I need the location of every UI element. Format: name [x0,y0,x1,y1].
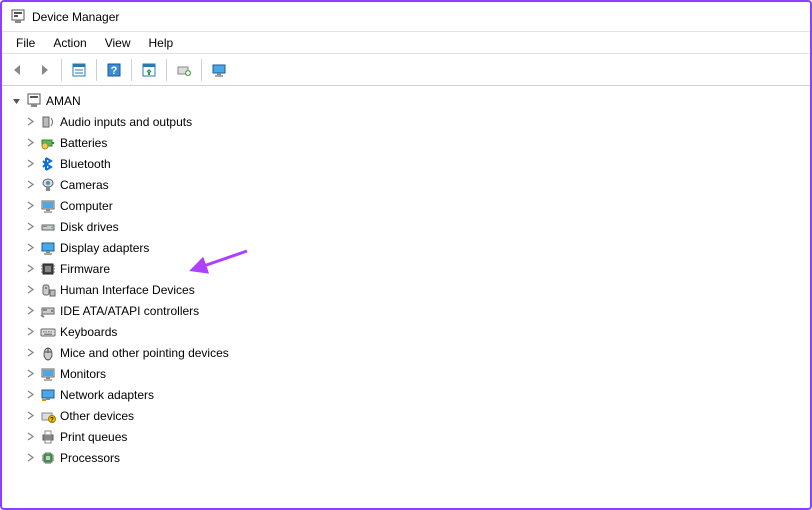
tree-item-battery[interactable]: Batteries [24,132,810,153]
tree-item-label: Cameras [60,178,109,192]
menubar: File Action View Help [2,32,810,54]
tree-item-camera[interactable]: Cameras [24,174,810,195]
computer-icon [40,198,56,214]
menu-action[interactable]: Action [45,34,94,52]
chevron-right-icon[interactable] [24,389,36,401]
chevron-right-icon[interactable] [24,368,36,380]
tree-item-label: Print queues [60,430,127,444]
toolbar-separator [166,59,167,81]
tree-item-label: Batteries [60,136,107,150]
chevron-right-icon[interactable] [24,179,36,191]
battery-icon [40,135,56,151]
root-label: AMAN [46,94,81,108]
firmware-icon [40,261,56,277]
tree-item-computer[interactable]: Computer [24,195,810,216]
back-button[interactable] [6,58,30,82]
tree-item-hid[interactable]: Human Interface Devices [24,279,810,300]
computer-root-icon [26,93,42,109]
bluetooth-icon [40,156,56,172]
chevron-right-icon[interactable] [24,158,36,170]
tree-item-network[interactable]: Network adapters [24,384,810,405]
titlebar: Device Manager [2,2,810,32]
tree-item-firmware[interactable]: Firmware [24,258,810,279]
app-icon [10,9,26,25]
help-button[interactable]: ? [102,58,126,82]
tree-item-label: Processors [60,451,120,465]
chevron-right-icon[interactable] [24,200,36,212]
other-icon: ? [40,408,56,424]
tree-item-label: Display adapters [60,241,149,255]
tree-item-label: IDE ATA/ATAPI controllers [60,304,199,318]
tree-item-label: Network adapters [60,388,154,402]
device-tree: AMAN Audio inputs and outputs Batteries Bl… [2,86,810,468]
chevron-right-icon[interactable] [24,326,36,338]
tree-root[interactable]: AMAN [10,92,810,110]
toolbar-separator [131,59,132,81]
chevron-right-icon[interactable] [24,221,36,233]
chevron-right-icon[interactable] [24,284,36,296]
chevron-right-icon[interactable] [24,137,36,149]
mouse-icon [40,345,56,361]
chevron-right-icon[interactable] [24,242,36,254]
chevron-right-icon[interactable] [24,116,36,128]
toolbar-separator [61,59,62,81]
tree-item-disk[interactable]: Disk drives [24,216,810,237]
tree-item-label: Mice and other pointing devices [60,346,229,360]
tree-item-ide[interactable]: IDE ATA/ATAPI controllers [24,300,810,321]
disk-icon [40,219,56,235]
keyboard-icon [40,324,56,340]
tree-item-label: Human Interface Devices [60,283,195,297]
tree-item-print[interactable]: Print queues [24,426,810,447]
tree-item-label: Keyboards [60,325,117,339]
chevron-right-icon[interactable] [24,305,36,317]
menu-view[interactable]: View [97,34,139,52]
tree-item-display[interactable]: Display adapters [24,237,810,258]
tree-item-label: Computer [60,199,113,213]
ide-icon [40,303,56,319]
tree-item-label: Monitors [60,367,106,381]
chevron-right-icon[interactable] [24,431,36,443]
forward-button[interactable] [32,58,56,82]
tree-item-monitor[interactable]: Monitors [24,363,810,384]
window-title: Device Manager [32,10,119,24]
tree-item-label: Bluetooth [60,157,111,171]
toolbar-separator [96,59,97,81]
toolbar-separator [201,59,202,81]
hid-icon [40,282,56,298]
chevron-right-icon[interactable] [24,263,36,275]
add-legacy-button[interactable] [172,58,196,82]
chevron-right-icon[interactable] [24,347,36,359]
tree-item-keyboard[interactable]: Keyboards [24,321,810,342]
remote-button[interactable] [207,58,231,82]
menu-help[interactable]: Help [141,34,182,52]
chevron-right-icon[interactable] [24,410,36,422]
tree-item-audio[interactable]: Audio inputs and outputs [24,111,810,132]
monitor-icon [40,366,56,382]
tree-item-label: Firmware [60,262,110,276]
camera-icon [40,177,56,193]
chevron-down-icon[interactable] [10,95,22,107]
scan-hardware-button[interactable] [137,58,161,82]
chevron-right-icon[interactable] [24,452,36,464]
tree-item-label: Other devices [60,409,134,423]
tree-item-bluetooth[interactable]: Bluetooth [24,153,810,174]
menu-file[interactable]: File [8,34,43,52]
network-icon [40,387,56,403]
svg-text:?: ? [111,65,118,77]
tree-item-mouse[interactable]: Mice and other pointing devices [24,342,810,363]
processor-icon [40,450,56,466]
toolbar: ? [2,54,810,86]
svg-text:?: ? [50,417,54,423]
display-icon [40,240,56,256]
tree-item-other[interactable]: ? Other devices [24,405,810,426]
tree-item-label: Disk drives [60,220,119,234]
print-icon [40,429,56,445]
tree-item-processor[interactable]: Processors [24,447,810,468]
audio-icon [40,114,56,130]
properties-button[interactable] [67,58,91,82]
tree-item-label: Audio inputs and outputs [60,115,192,129]
